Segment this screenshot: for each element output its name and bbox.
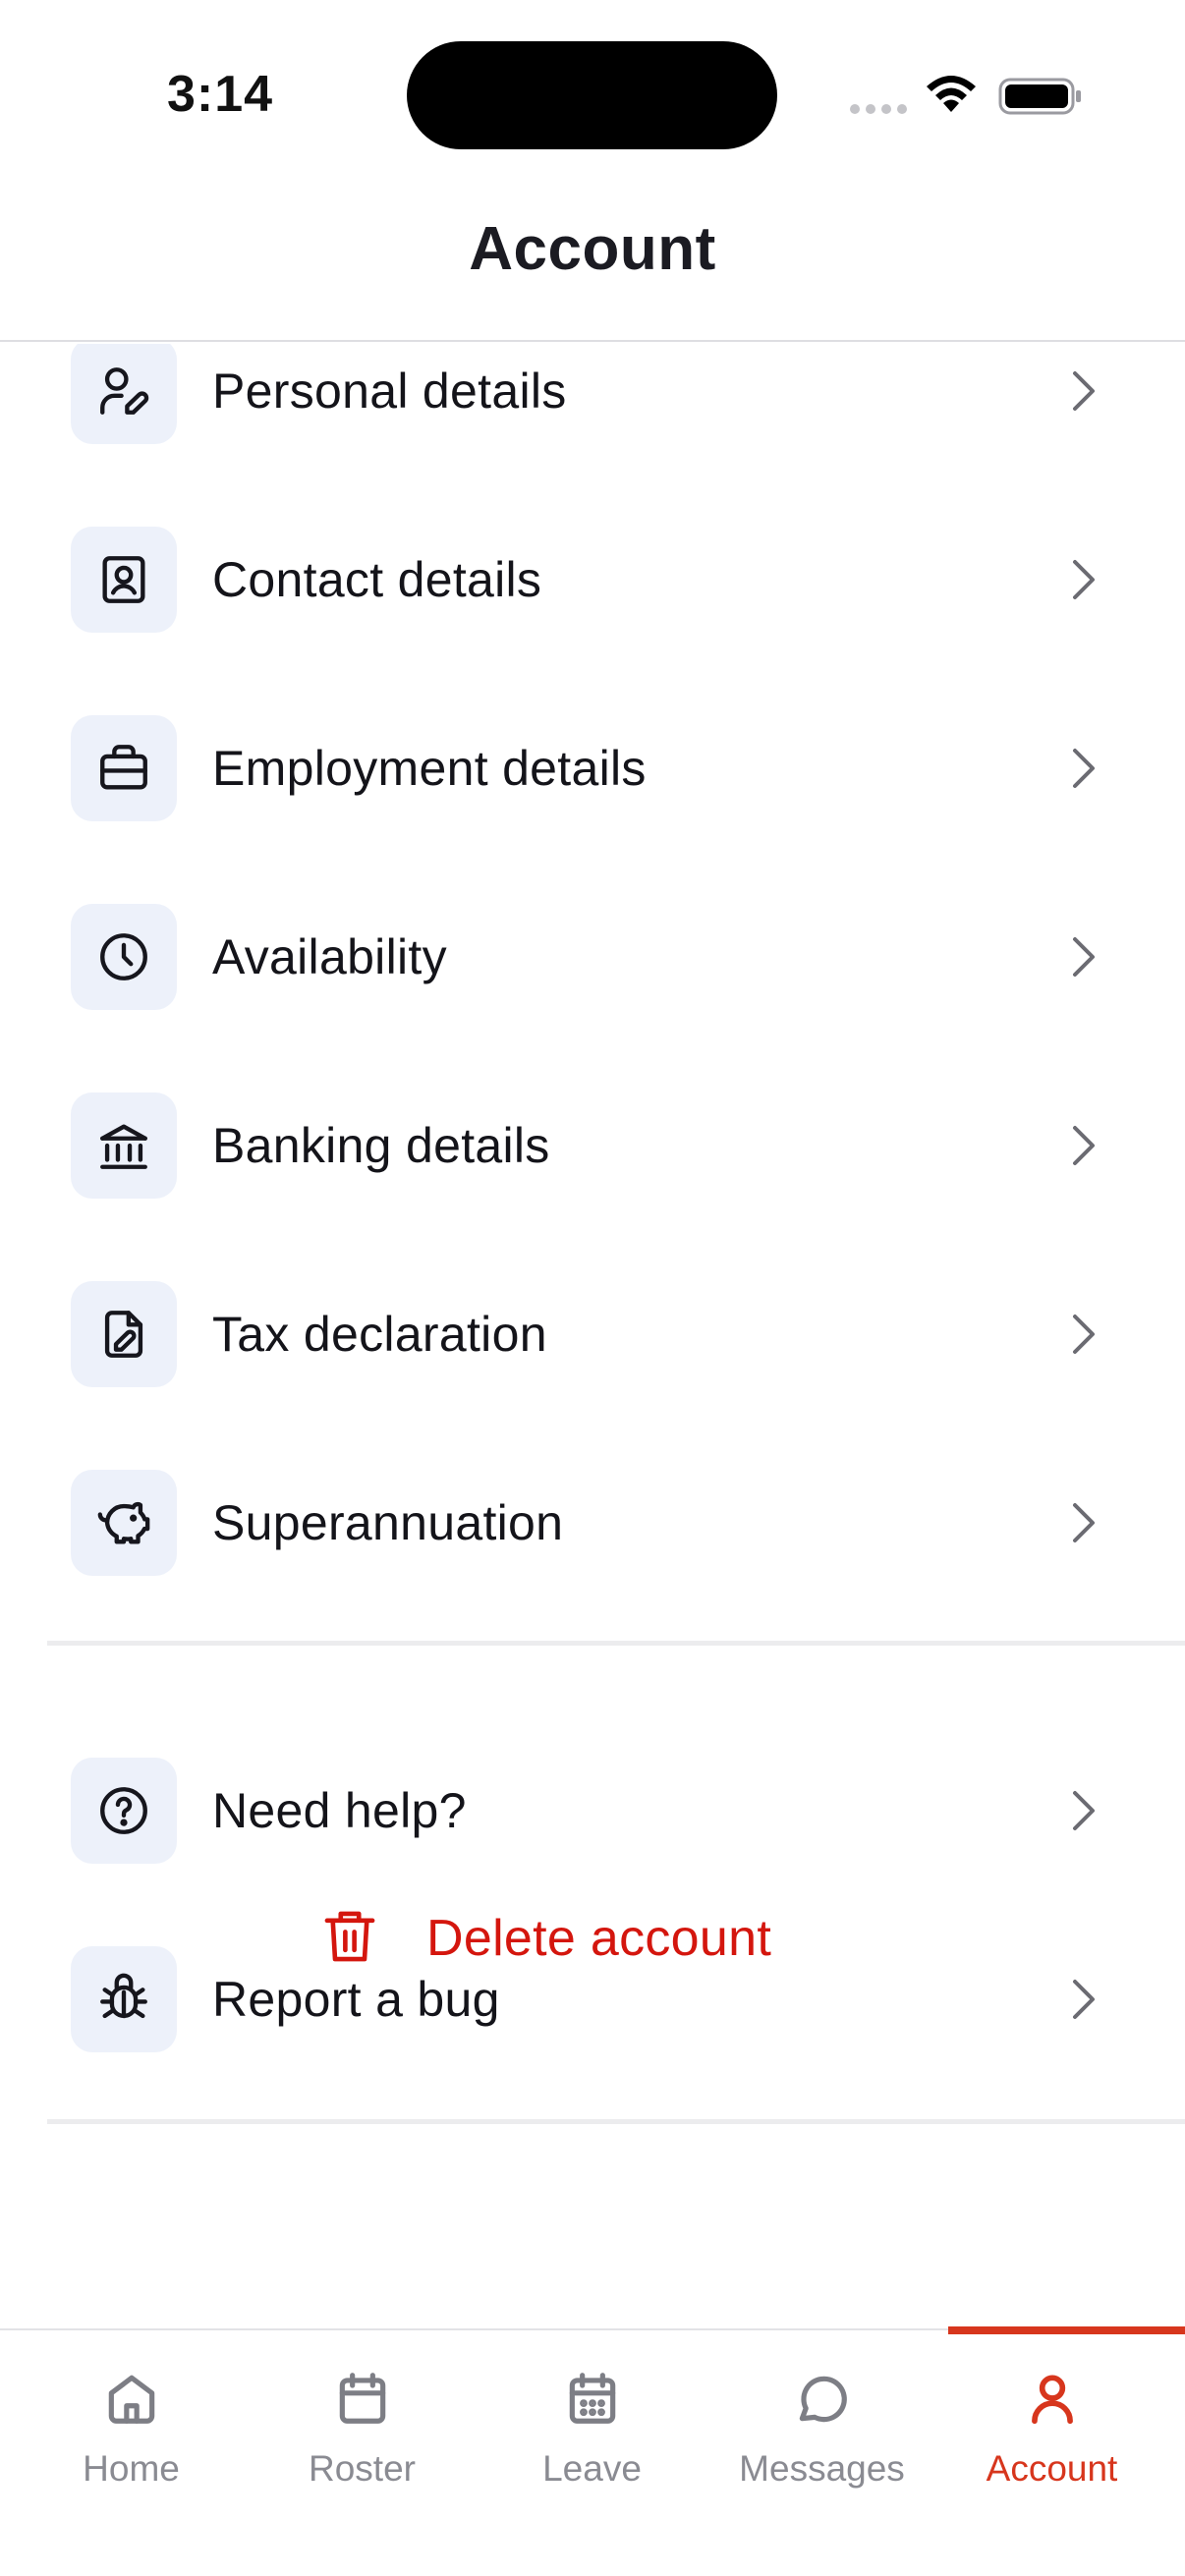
tab-leave[interactable]: Leave (478, 2330, 706, 2507)
cellular-signal-icon (850, 104, 907, 114)
menu-item-label: Tax declaration (212, 1307, 547, 1362)
contact-card-icon (102, 556, 145, 603)
tab-messages[interactable]: Messages (707, 2330, 936, 2507)
menu-item-label: Contact details (212, 552, 542, 607)
menu-item-label: Banking details (212, 1118, 550, 1173)
chevron-right-icon (1073, 1503, 1095, 1542)
piggy-bank-icon (97, 1501, 150, 1544)
menu-item-label: Superannuation (212, 1495, 564, 1550)
chevron-right-icon (1073, 749, 1095, 788)
battery-icon (998, 78, 1081, 115)
status-bar: 3:14 (0, 0, 1185, 187)
chevron-right-icon (1073, 1791, 1095, 1830)
page-title: Account (469, 215, 716, 283)
bank-icon (100, 1124, 147, 1169)
chevron-right-icon (1073, 1126, 1095, 1165)
menu-item-label: Employment details (212, 741, 647, 796)
status-time: 3:14 (167, 66, 274, 123)
tab-label: Home (83, 2448, 180, 2489)
section-divider (47, 2119, 1185, 2124)
home-icon (108, 2375, 154, 2424)
dynamic-island (407, 41, 777, 149)
trash-icon (324, 1911, 375, 1962)
tab-label: Messages (739, 2448, 905, 2489)
document-edit-icon (104, 1311, 143, 1358)
menu-item-superannuation[interactable]: Superannuation (0, 1449, 1185, 1596)
tab-home[interactable]: Home (17, 2330, 246, 2507)
tab-account[interactable]: Account (937, 2330, 1166, 2507)
menu-item-tax-declaration[interactable]: Tax declaration (0, 1260, 1185, 1408)
menu-item-need-help[interactable]: Need help? (0, 1737, 1185, 1884)
menu-item-availability[interactable]: Availability (0, 883, 1185, 1031)
page-header: Account (0, 187, 1185, 342)
chevron-right-icon (1073, 560, 1095, 599)
menu-item-label: Personal details (212, 364, 567, 419)
delete-account-button[interactable]: Delete account (0, 1874, 1185, 1991)
delete-account-label: Delete account (426, 1910, 772, 1967)
tab-label: Leave (542, 2448, 642, 2489)
tab-label: Account (986, 2448, 1118, 2489)
tab-label: Roster (309, 2448, 416, 2489)
menu-item-label: Need help? (212, 1783, 467, 1838)
tab-bar: Home Roster Leave Messages Account (0, 2326, 1185, 2576)
user-edit-icon (100, 367, 149, 415)
section-divider (47, 1641, 1185, 1646)
clock-icon (100, 933, 147, 980)
menu-item-label: Availability (212, 929, 447, 984)
briefcase-icon (100, 745, 147, 790)
calendar-icon (339, 2373, 385, 2424)
menu-item-banking-details[interactable]: Banking details (0, 1072, 1185, 1219)
account-menu: Personal details Contact details Employm… (0, 344, 1185, 2299)
menu-item-personal-details[interactable]: Personal details (0, 344, 1185, 465)
tab-roster[interactable]: Roster (248, 2330, 477, 2507)
chevron-right-icon (1073, 937, 1095, 977)
wifi-icon (927, 76, 976, 112)
chat-bubble-icon (799, 2376, 847, 2423)
person-icon (1031, 2375, 1073, 2425)
chevron-right-icon (1073, 1315, 1095, 1354)
chevron-right-icon (1073, 371, 1095, 411)
help-circle-icon (100, 1787, 147, 1834)
menu-item-employment-details[interactable]: Employment details (0, 695, 1185, 842)
calendar-grid-icon (569, 2373, 615, 2424)
menu-item-contact-details[interactable]: Contact details (0, 506, 1185, 653)
